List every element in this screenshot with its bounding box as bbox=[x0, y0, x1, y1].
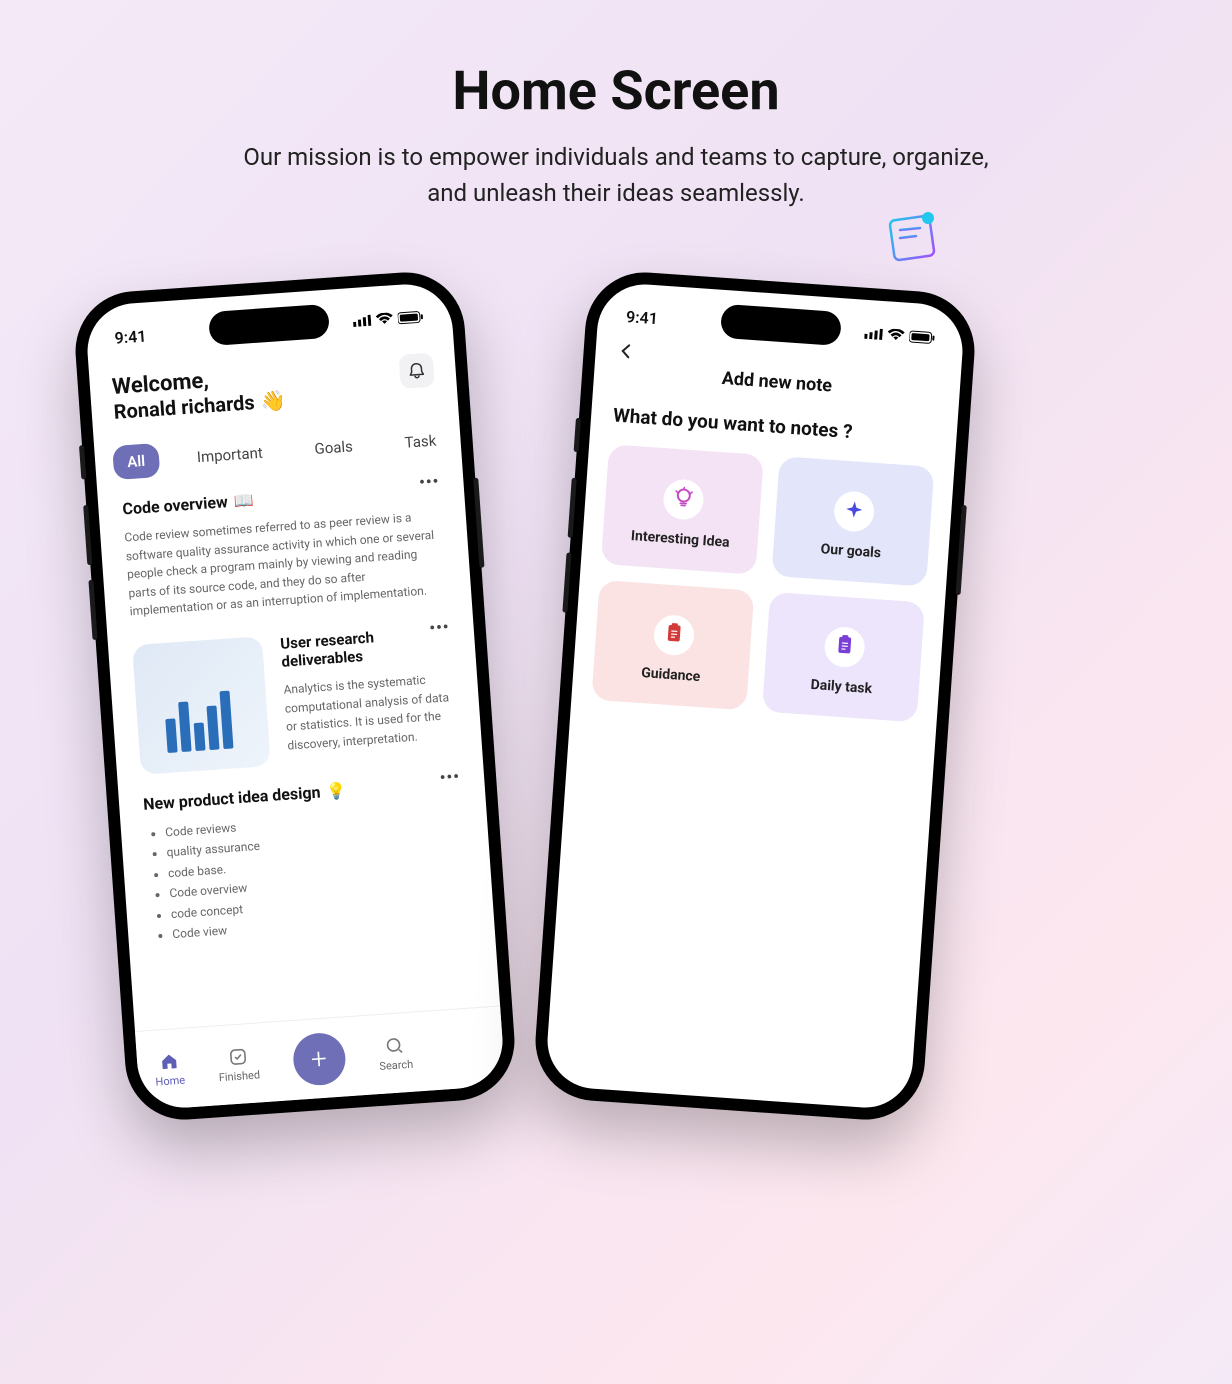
note-type-daily-task[interactable]: Daily task bbox=[762, 592, 925, 723]
plus-icon: + bbox=[310, 1042, 328, 1076]
note-list: Code reviews quality assurance code base… bbox=[164, 802, 470, 945]
status-icons bbox=[353, 310, 425, 328]
home-icon bbox=[158, 1051, 179, 1072]
card-more-button[interactable]: ••• bbox=[429, 617, 451, 637]
phone-mockup-home: 9:41 Welcome, Ronald richards 👋 bbox=[72, 268, 519, 1123]
chevron-left-icon bbox=[617, 343, 634, 360]
note-type-idea[interactable]: Interesting Idea bbox=[601, 444, 764, 575]
note-type-label: Daily task bbox=[810, 677, 872, 697]
back-button[interactable] bbox=[617, 343, 634, 364]
wave-icon: 👋 bbox=[260, 388, 287, 414]
note-body: Code review sometimes referred to as pee… bbox=[124, 506, 448, 621]
nav-finished[interactable]: Finished bbox=[217, 1045, 261, 1084]
tab-all[interactable]: All bbox=[112, 443, 160, 480]
card-more-button[interactable]: ••• bbox=[418, 471, 440, 491]
nav-label: Search bbox=[379, 1057, 414, 1072]
lightbulb-icon bbox=[671, 486, 695, 513]
status-icons bbox=[864, 326, 936, 344]
clipboard-icon bbox=[662, 621, 686, 648]
note-title: User research deliverables bbox=[280, 623, 452, 671]
sparkle-icon bbox=[842, 498, 866, 525]
note-type-label: Guidance bbox=[641, 665, 701, 685]
check-icon bbox=[227, 1046, 248, 1067]
task-list-icon bbox=[832, 633, 856, 660]
note-card[interactable]: ••• User research deliverables Analytics… bbox=[107, 601, 483, 776]
book-icon: 📖 bbox=[233, 490, 254, 510]
note-type-guidance[interactable]: Guidance bbox=[591, 580, 754, 711]
note-icon bbox=[886, 206, 944, 268]
phone-mockup-add-note: 9:41 Add new note What do you want to no… bbox=[532, 268, 979, 1123]
note-thumbnail bbox=[132, 636, 271, 775]
note-title: New product idea design bbox=[143, 782, 322, 813]
nav-home[interactable]: Home bbox=[153, 1050, 185, 1088]
bottom-nav: Home Finished + Search bbox=[135, 1005, 506, 1110]
note-type-goals[interactable]: Our goals bbox=[771, 456, 934, 587]
status-time: 9:41 bbox=[626, 307, 659, 328]
status-time: 9:41 bbox=[114, 326, 147, 347]
note-title: Code overview bbox=[122, 492, 228, 518]
note-card[interactable]: ••• Code overview 📖 Code review sometime… bbox=[97, 456, 472, 627]
bell-icon bbox=[407, 361, 426, 380]
nav-search[interactable]: Search bbox=[377, 1034, 413, 1072]
tab-goals[interactable]: Goals bbox=[299, 428, 368, 467]
nav-label: Finished bbox=[218, 1068, 260, 1084]
bulb-icon: 💡 bbox=[326, 781, 347, 801]
note-card[interactable]: ••• New product idea design 💡 Code revie… bbox=[117, 751, 495, 957]
search-icon bbox=[384, 1035, 405, 1056]
note-type-label: Interesting Idea bbox=[630, 528, 730, 551]
note-type-label: Our goals bbox=[820, 541, 881, 561]
page-subtitle: Our mission is to empower individuals an… bbox=[236, 139, 996, 211]
tab-product[interactable]: Produc bbox=[473, 416, 506, 455]
page-title: Home Screen bbox=[0, 0, 1232, 123]
notifications-button[interactable] bbox=[398, 353, 434, 389]
tab-task[interactable]: Task bbox=[390, 423, 452, 461]
card-more-button[interactable]: ••• bbox=[439, 767, 461, 787]
note-body: Analytics is the systematic computationa… bbox=[283, 669, 458, 755]
add-note-button[interactable]: + bbox=[291, 1031, 347, 1087]
nav-label: Home bbox=[155, 1073, 185, 1088]
